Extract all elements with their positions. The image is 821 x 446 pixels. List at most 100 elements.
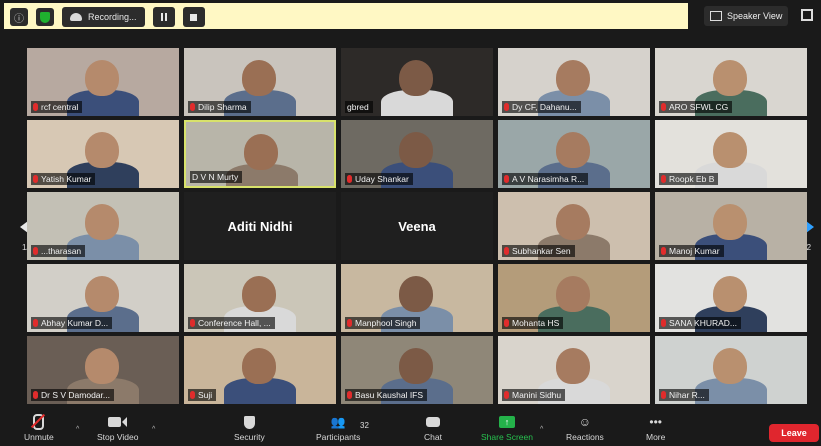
participant-name-label: Subhankar Sen [502, 245, 575, 257]
muted-mic-icon [504, 391, 509, 399]
muted-mic-icon [33, 247, 38, 255]
muted-mic-icon [347, 319, 352, 327]
participant-name-label: Yatish Kumar [31, 173, 96, 185]
participant-name: Dy CF, Dahanu... [512, 102, 577, 112]
leave-button[interactable]: Leave [769, 424, 819, 442]
meeting-toolbar: Unmute Stop Video Security 👥 Participant… [0, 410, 821, 446]
participant-name: gbred [347, 102, 369, 112]
share-screen-label: Share Screen [481, 432, 533, 442]
reactions-button[interactable]: ☺ Reactions [566, 414, 604, 442]
participant-face [242, 60, 276, 96]
unmute-button[interactable]: Unmute [24, 413, 54, 442]
participant-tile[interactable]: gbred [341, 48, 493, 116]
participants-count: 32 [360, 421, 369, 430]
participants-button[interactable]: 👥 Participants [316, 414, 360, 442]
participant-tile[interactable]: Subhankar Sen [498, 192, 650, 260]
participant-tile[interactable]: Dilip Sharma [184, 48, 336, 116]
reaction-emoji-icon: ☺ [578, 415, 592, 429]
participant-face [399, 132, 433, 168]
participant-face [399, 276, 433, 312]
audio-options-chevron-icon[interactable]: ^ [76, 426, 79, 433]
participant-tile[interactable]: Nihar R... [655, 336, 807, 404]
chat-button[interactable]: Chat [424, 414, 442, 442]
participant-display-name: Veena [398, 218, 436, 234]
participant-tile[interactable]: Manini Sidhu [498, 336, 650, 404]
participant-face [242, 276, 276, 312]
stop-recording-button[interactable] [182, 7, 205, 27]
video-gallery-grid: rcf central Dilip Sharma gbred Dy CF, Dahan… [27, 48, 807, 404]
muted-mic-icon [190, 391, 195, 399]
share-screen-button[interactable]: ↑ Share Screen [481, 414, 533, 442]
participant-tile[interactable]: Abhay Kumar D... [27, 264, 179, 332]
participant-name: ARO SFWL CG [669, 102, 729, 112]
muted-mic-icon [190, 319, 195, 327]
participant-face [399, 60, 433, 96]
participant-face [399, 348, 433, 384]
participant-tile[interactable]: ...tharasan [27, 192, 179, 260]
chat-bubble-icon [425, 414, 440, 430]
info-icon[interactable]: ⓘ [10, 8, 28, 26]
participant-tile[interactable]: Mohanta HS [498, 264, 650, 332]
more-label: More [646, 432, 666, 442]
participant-tile[interactable]: Dr S V Damodar... [27, 336, 179, 404]
muted-mic-icon [33, 175, 38, 183]
participant-tile[interactable]: SANA KHURAD... [655, 264, 807, 332]
share-options-chevron-icon[interactable]: ^ [540, 426, 543, 433]
participant-name-label: Uday Shankar [345, 173, 413, 185]
participant-name: SANA KHURAD... [669, 318, 738, 328]
participant-tile[interactable]: Conference Hall, ... [184, 264, 336, 332]
participant-face [556, 204, 590, 240]
stop-video-button[interactable]: Stop Video [97, 414, 138, 442]
participant-tile[interactable]: Aditi Nidhi [184, 192, 336, 260]
participant-tile[interactable]: rcf central [27, 48, 179, 116]
participant-face [85, 132, 119, 168]
participant-name: Mohanta HS [512, 318, 560, 328]
participant-tile[interactable]: Dy CF, Dahanu... [498, 48, 650, 116]
top-bar: ⓘ Recording... Speaker View [0, 0, 821, 32]
participant-face [242, 348, 276, 384]
participant-name-label: Dy CF, Dahanu... [502, 101, 581, 113]
participant-tile[interactable]: Suji [184, 336, 336, 404]
participant-tile[interactable]: Uday Shankar [341, 120, 493, 188]
video-camera-icon [108, 414, 128, 430]
security-button[interactable]: Security [234, 414, 265, 442]
participant-tile[interactable]: Yatish Kumar [27, 120, 179, 188]
encryption-shield-icon[interactable] [36, 8, 54, 26]
chat-label: Chat [424, 432, 442, 442]
participants-label: Participants [316, 432, 361, 442]
participant-face [713, 132, 747, 168]
grid-icon [710, 11, 722, 21]
speaker-view-button[interactable]: Speaker View [704, 6, 789, 26]
cloud-icon [70, 13, 82, 21]
muted-mic-icon [190, 103, 195, 111]
participant-tile[interactable]: Veena [341, 192, 493, 260]
participant-name-label: Suji [188, 389, 217, 401]
muted-mic-icon [661, 175, 666, 183]
muted-mic-icon [33, 391, 38, 399]
participant-name-label: ...tharasan [31, 245, 86, 257]
participant-tile[interactable]: Manoj Kumar [655, 192, 807, 260]
pause-recording-button[interactable] [152, 7, 175, 27]
participant-face [85, 60, 119, 96]
participant-tile[interactable]: D V N Murty [184, 120, 336, 188]
participant-name-label: Manphool Singh [345, 317, 421, 329]
participant-face [713, 348, 747, 384]
participant-name-label: A V Narasimha R... [502, 173, 589, 185]
participant-face [244, 134, 278, 170]
participant-face [713, 276, 747, 312]
participant-tile[interactable]: Manphool Singh [341, 264, 493, 332]
participant-name: A V Narasimha R... [512, 174, 585, 184]
more-button[interactable]: ••• More [646, 414, 665, 442]
participant-tile[interactable]: Roopk Eb B [655, 120, 807, 188]
fullscreen-icon[interactable] [801, 9, 813, 21]
participant-name: Abhay Kumar D... [41, 318, 109, 328]
participant-tile[interactable]: Basu Kaushal IFS [341, 336, 493, 404]
participant-face [556, 348, 590, 384]
muted-mic-icon [661, 247, 666, 255]
participant-tile[interactable]: A V Narasimha R... [498, 120, 650, 188]
participant-name: Suji [198, 390, 213, 400]
participant-tile[interactable]: ARO SFWL CG [655, 48, 807, 116]
participant-face [85, 204, 119, 240]
participant-name-label: Mohanta HS [502, 317, 564, 329]
video-options-chevron-icon[interactable]: ^ [152, 426, 155, 433]
